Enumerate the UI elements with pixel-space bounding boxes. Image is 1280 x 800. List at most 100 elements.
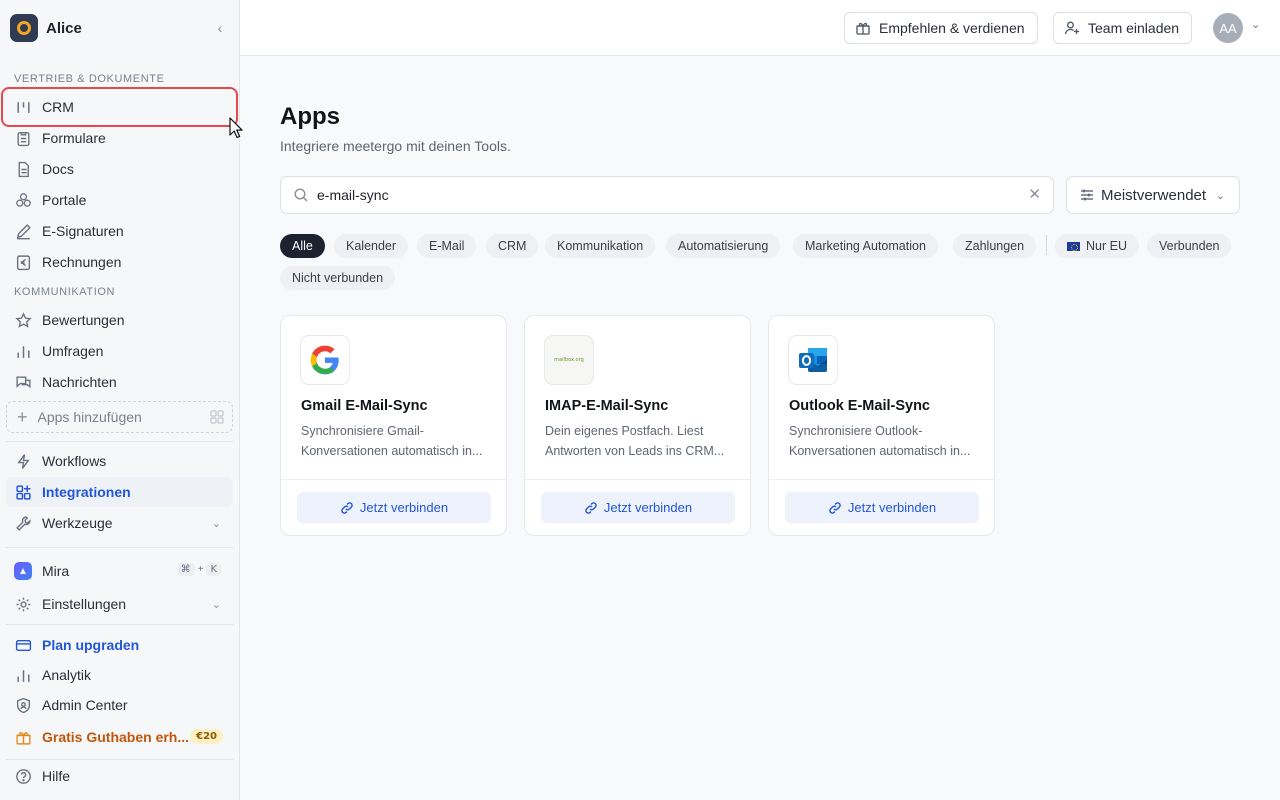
shield-user-icon	[14, 696, 32, 714]
mailbox-logo-icon: mailbox.org	[544, 335, 594, 385]
sidebar-item-workflows[interactable]: Workflows	[6, 446, 233, 476]
invoice-euro-icon	[14, 253, 32, 271]
search-input[interactable]	[317, 187, 997, 203]
app-name: Outlook E-Mail-Sync	[789, 398, 930, 414]
sort-dropdown[interactable]: Meistverwendet ⌄	[1066, 176, 1240, 214]
sidebar-item-label: Plan upgraden	[42, 637, 140, 653]
app-description-line: Konversationen automatisch in...	[789, 444, 971, 458]
connect-label: Jetzt verbinden	[603, 500, 693, 515]
workspace-name: Alice	[46, 19, 82, 37]
sidebar-item-messages[interactable]: Nachrichten	[6, 367, 233, 397]
connect-button[interactable]: Jetzt verbinden	[297, 492, 491, 523]
star-icon	[14, 311, 32, 329]
credit-badge: €20	[190, 729, 223, 744]
filter-chip-eu-only[interactable]: Nur EU	[1055, 234, 1139, 258]
sidebar-item-admin-center[interactable]: Admin Center	[6, 690, 233, 720]
connect-button[interactable]: Jetzt verbinden	[541, 492, 735, 523]
avatar[interactable]: AA	[1213, 13, 1243, 43]
workspace-switcher[interactable]: Alice ‹	[10, 14, 230, 42]
sidebar-item-label: Gratis Guthaben erh...	[42, 729, 190, 745]
divider	[6, 624, 233, 625]
sidebar-item-forms[interactable]: Formulare	[6, 123, 233, 153]
app-name: IMAP-E-Mail-Sync	[545, 398, 669, 414]
gift-icon	[14, 728, 32, 746]
refer-label: Empfehlen & verdienen	[879, 20, 1025, 36]
sidebar-item-label: Admin Center	[42, 697, 128, 713]
filter-chip-connected[interactable]: Verbunden	[1147, 234, 1232, 258]
gift-icon	[855, 20, 871, 36]
sidebar-item-analytics[interactable]: Analytik	[6, 660, 233, 690]
sidebar-item-free-credit[interactable]: Gratis Guthaben erh... €20	[6, 722, 233, 752]
clear-search-icon[interactable]: ✕	[1028, 187, 1041, 203]
filter-chip-communication[interactable]: Kommunikation	[545, 234, 656, 258]
add-apps-button[interactable]: + Apps hinzufügen	[6, 401, 233, 433]
sidebar-item-surveys[interactable]: Umfragen	[6, 336, 233, 366]
sidebar-item-tools[interactable]: Werkzeuge ⌄	[6, 508, 233, 538]
outlook-logo-icon	[788, 335, 838, 385]
sidebar-item-esignatures[interactable]: E-Signaturen	[6, 216, 233, 246]
bar-chart-icon	[14, 342, 32, 360]
mouse-cursor-icon	[229, 117, 243, 139]
invite-label: Team einladen	[1088, 20, 1180, 36]
sidebar-item-integrations[interactable]: Integrationen	[6, 477, 233, 507]
sidebar-item-plan-upgrade[interactable]: Plan upgraden	[6, 630, 233, 660]
connect-button[interactable]: Jetzt verbinden	[785, 492, 979, 523]
sidebar-item-label: Nachrichten	[42, 374, 117, 390]
filter-chip-email[interactable]: E-Mail	[417, 234, 477, 258]
filter-chip-calendar[interactable]: Kalender	[334, 234, 409, 258]
link-icon	[828, 501, 842, 515]
search-icon	[293, 187, 309, 203]
add-apps-label: Apps hinzufügen	[37, 409, 142, 425]
document-icon	[14, 160, 32, 178]
sidebar-item-label: Formulare	[42, 130, 106, 146]
app-card-imap[interactable]: mailbox.org IMAP-E-Mail-Sync Dein eigene…	[524, 315, 751, 536]
sidebar-item-invoices[interactable]: Rechnungen	[6, 247, 233, 277]
app-description: Dein eigenes Postfach. Liest Antworten v…	[545, 421, 735, 461]
sidebar-item-help[interactable]: Hilfe	[6, 761, 233, 791]
divider	[6, 441, 233, 442]
section-label-sales: VERTRIEB & DOKUMENTE	[14, 73, 165, 85]
filter-chip-not-connected[interactable]: Nicht verbunden	[280, 266, 396, 290]
sidebar-item-label: Workflows	[42, 453, 107, 469]
app-description: Synchronisiere Outlook- Konversationen a…	[789, 421, 979, 461]
shortcut-mod-key: ⌘	[176, 563, 195, 576]
collapse-sidebar-icon[interactable]: ‹	[210, 18, 230, 38]
link-icon	[340, 501, 354, 515]
help-icon	[14, 767, 32, 785]
app-description: Synchronisiere Gmail- Konversationen aut…	[301, 421, 491, 461]
sidebar-item-mira[interactable]: ▲ Mira ⌘ + K	[6, 556, 233, 586]
shortcut-plus: +	[197, 564, 204, 575]
sidebar-item-portals[interactable]: Portale	[6, 185, 233, 215]
filter-chip-crm[interactable]: CRM	[486, 234, 539, 258]
app-card-outlook[interactable]: Outlook E-Mail-Sync Synchronisiere Outlo…	[768, 315, 995, 536]
connect-label: Jetzt verbinden	[359, 500, 449, 515]
sidebar-item-reviews[interactable]: Bewertungen	[6, 305, 233, 335]
bar-chart-icon	[14, 666, 32, 684]
chevron-down-icon: ⌄	[211, 598, 221, 611]
sidebar-item-label: Bewertungen	[42, 312, 125, 328]
sidebar-item-label: Einstellungen	[42, 596, 127, 612]
filter-chip-all[interactable]: Alle	[280, 234, 325, 258]
sidebar-item-settings[interactable]: Einstellungen ⌄	[6, 589, 233, 619]
credit-card-icon	[14, 636, 32, 654]
connect-label: Jetzt verbinden	[847, 500, 937, 515]
invite-team-button[interactable]: Team einladen	[1053, 12, 1193, 44]
filter-chip-automation[interactable]: Automatisierung	[666, 234, 781, 258]
filter-chip-marketing-automation[interactable]: Marketing Automation	[793, 234, 938, 258]
sidebar-item-label: Rechnungen	[42, 254, 122, 270]
workspace-logo	[10, 14, 38, 42]
chevron-down-icon[interactable]: ⌄	[1251, 18, 1260, 31]
sidebar-item-docs[interactable]: Docs	[6, 154, 233, 184]
refer-button[interactable]: Empfehlen & verdienen	[844, 12, 1038, 44]
filter-chip-payments[interactable]: Zahlungen	[953, 234, 1037, 258]
page-title: Apps	[280, 103, 340, 130]
app-card-gmail[interactable]: Gmail E-Mail-Sync Synchronisiere Gmail- …	[280, 315, 507, 536]
user-plus-icon	[1064, 20, 1080, 36]
sidebar-item-label: Mira	[42, 563, 70, 579]
divider	[6, 547, 233, 548]
link-icon	[584, 501, 598, 515]
sliders-icon	[1079, 187, 1095, 203]
sidebar-item-label: Werkzeuge	[42, 515, 113, 531]
app-description-line: Antworten von Leads ins CRM...	[545, 444, 725, 458]
divider	[6, 759, 233, 760]
